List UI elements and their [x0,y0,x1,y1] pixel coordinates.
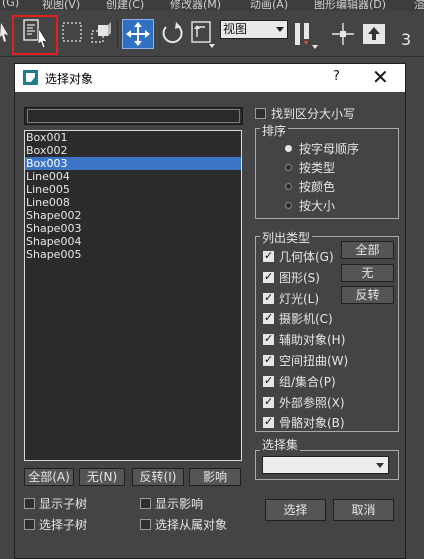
search-input[interactable] [24,107,243,125]
chevron-down-icon [376,463,384,468]
list-item[interactable]: Box001 [25,131,241,144]
list-type-geometry-checkbox[interactable] [263,249,274,262]
list-type-bones-checkbox[interactable] [263,415,274,429]
menu-item-graph-editors[interactable]: 图形编辑器(D) [314,0,386,11]
list-type-geometry-label: 几何体(G) [279,250,334,264]
app-logo-icon [23,70,38,85]
list-item[interactable]: Shape003 [25,222,241,235]
select-invert-button[interactable]: 反转(I) [132,468,184,486]
list-type-lights-checkbox[interactable] [263,291,274,304]
reference-coordinate-value: 视图 [223,22,248,36]
types-invert-button[interactable]: 反转 [341,286,394,304]
select-manipulate-icon[interactable] [330,21,356,47]
list-types-title: 列出类型 [260,229,313,246]
list-type-lights-label: 灯光(L) [279,291,320,306]
list-item[interactable]: Box002 [25,144,241,157]
reference-coordinate-select[interactable]: 视图 [220,20,288,39]
show-subtree-label: 显示子树 [39,497,88,511]
select-subtree-label: 选择子树 [39,518,88,532]
types-none-button[interactable]: 无 [341,264,394,282]
list-item[interactable]: Line005 [25,183,241,196]
select-dependents-label: 选择从属对象 [155,518,228,532]
sort-alphabetical-label: 按字母顺序 [299,142,360,156]
window-crossing-icon[interactable] [89,20,115,50]
list-item[interactable]: Shape002 [25,209,241,222]
list-type-space-warps-label: 空间扭曲(W) [279,354,349,368]
list-type-groups-label: 组/集合(P) [279,374,336,389]
menu-item-rendering[interactable]: 渲 [414,0,424,11]
object-list[interactable]: Box001 Box002 Box003 Line004 Line005 Line008 S… [24,130,242,461]
menu-item-prev[interactable]: (G) [2,0,19,9]
rect-selection-region-icon[interactable] [60,20,86,50]
main-toolbar: 视图 3 [0,11,424,57]
sort-by-color-radio[interactable] [285,183,292,190]
sort-by-type-label: 按类型 [299,161,336,175]
select-cursor-icon[interactable] [0,21,10,45]
dialog-title: 选择对象 [45,72,94,86]
menu-item-animation[interactable]: 动画(A) [250,0,288,11]
dialog-titlebar[interactable]: 选择对象 ? ✕ [15,64,405,92]
menu-item-create[interactable]: 创建(C) [106,0,144,11]
list-type-helpers-checkbox[interactable] [263,332,274,346]
help-button[interactable]: ? [333,69,340,84]
list-type-space-warps-checkbox[interactable] [263,353,274,366]
list-item[interactable]: Box003 [25,157,241,170]
menu-item-modifiers[interactable]: 修改器(M) [170,0,221,11]
selection-set-select[interactable] [262,456,389,474]
pivot-center-icon[interactable] [292,19,322,51]
selection-set-title: 选择集 [260,436,301,453]
list-type-bones-label: 骨骼对象(B) [279,416,345,431]
sort-alphabetical-radio[interactable] [285,145,292,152]
list-item[interactable]: Shape004 [25,235,241,248]
select-none-button[interactable]: 无(N) [79,468,125,486]
list-type-helpers-label: 辅助对象(H) [279,333,346,348]
cancel-button[interactable]: 取消 [333,499,394,521]
list-type-xrefs-checkbox[interactable] [263,395,274,408]
list-type-shapes-checkbox[interactable] [263,270,274,283]
active-tool-highlight [12,15,58,55]
list-type-shapes-label: 图形(S) [279,270,320,285]
sort-by-type-radio[interactable] [285,164,292,171]
select-objects-dialog: 选择对象 ? ✕ Box001 Box002 Box003 Line004 Line00… [14,63,406,559]
show-influence-label: 显示影响 [155,497,204,511]
menu-item-view[interactable]: 视图(V) [42,0,80,11]
move-tool-button[interactable] [122,19,154,49]
move-icon [126,22,150,46]
list-item[interactable]: Shape005 [25,248,241,261]
rotate-icon[interactable] [158,20,186,50]
list-item[interactable]: Line004 [25,170,241,183]
list-type-cameras-checkbox[interactable] [263,311,274,325]
snap-toggle-label[interactable]: 3 [401,30,411,49]
toolbar-separator [117,19,118,49]
select-subtree-checkbox[interactable] [24,519,35,530]
close-button[interactable]: ✕ [372,65,389,89]
sort-by-size-radio[interactable] [285,202,292,209]
influence-button[interactable]: 影响 [189,468,241,486]
sort-by-color-label: 按颜色 [299,180,336,194]
menubar: (G) 视图(V) 创建(C) 修改器(M) 动画(A) 图形编辑器(D) 渲 [0,0,424,11]
list-item[interactable]: Line008 [25,196,241,209]
case-sensitive-checkbox[interactable] [255,108,266,119]
types-all-button[interactable]: 全部 [341,241,394,259]
select-all-button[interactable]: 全部(A) [24,468,74,486]
keyboard-shortcut-icon[interactable] [361,21,387,47]
list-type-xrefs-label: 外部参照(X) [279,395,345,410]
show-subtree-checkbox[interactable] [24,498,35,509]
show-influence-checkbox[interactable] [140,498,151,509]
case-sensitive-label: 找到区分大小写 [271,107,356,121]
list-type-cameras-label: 摄影机(C) [279,312,333,327]
select-button[interactable]: 选择 [265,499,326,521]
scale-icon[interactable] [189,19,219,51]
select-dependents-checkbox[interactable] [140,519,151,530]
sort-by-size-label: 按大小 [299,199,336,213]
sort-group-title: 排序 [260,122,289,139]
chevron-down-icon [276,27,284,32]
list-type-groups-checkbox[interactable] [263,374,274,387]
